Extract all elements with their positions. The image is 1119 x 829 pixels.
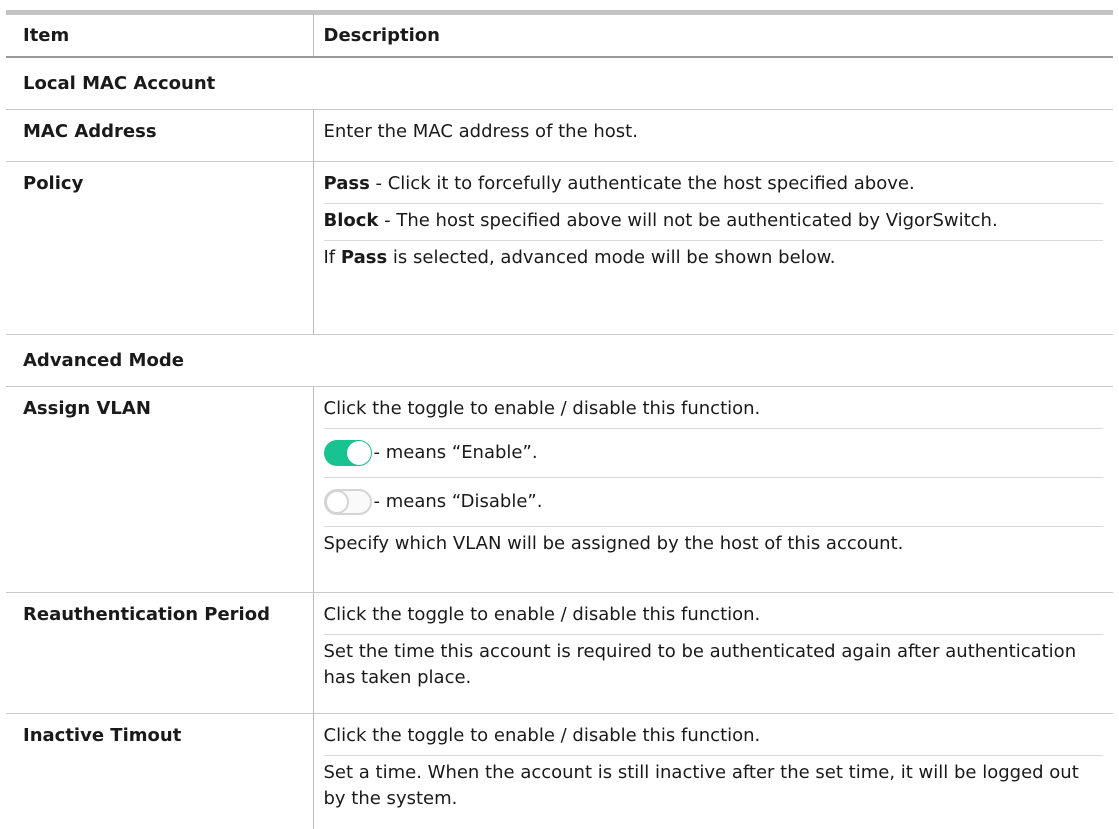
item-mac-address: MAC Address bbox=[6, 109, 313, 162]
desc-text: Click the toggle to enable / disable thi… bbox=[323, 603, 761, 625]
toggle-knob bbox=[324, 489, 349, 514]
table-row-inactive-timeout: Inactive Timout Click the toggle to enab… bbox=[6, 713, 1113, 829]
header-description: Description bbox=[312, 12, 1113, 57]
desc-text: Set the time this account is required to… bbox=[323, 633, 1103, 700]
if-pass-label: Pass bbox=[340, 246, 388, 268]
desc-mac-address: Enter the MAC address of the host. bbox=[312, 109, 1113, 162]
desc-policy: Pass - Click it to forcefully authentica… bbox=[312, 161, 1113, 335]
desc-text: Click the toggle to enable / disable thi… bbox=[323, 397, 761, 419]
enable-text: - means “Enable”. bbox=[373, 441, 538, 463]
section-title-advanced: Advanced Mode bbox=[6, 334, 1113, 387]
desc-text: Enter the MAC address of the host. bbox=[323, 120, 638, 142]
desc-assign-vlan: Click the toggle to enable / disable thi… bbox=[312, 386, 1113, 593]
table-row-policy: Policy Pass - Click it to forcefully aut… bbox=[6, 161, 1113, 335]
toggle-knob bbox=[346, 440, 371, 465]
disable-text: - means “Disable”. bbox=[373, 490, 543, 512]
table-header-row: Item Description bbox=[6, 12, 1113, 57]
table-row-mac-address: MAC Address Enter the MAC address of the… bbox=[6, 109, 1113, 162]
item-inactive-timeout: Inactive Timout bbox=[23, 724, 182, 746]
desc-if-paragraph: If Pass is selected, advanced mode will … bbox=[323, 239, 1103, 280]
pass-text: - Click it to forcefully authenticate th… bbox=[369, 172, 915, 194]
header-item: Item bbox=[23, 25, 70, 46]
desc-text: Click the toggle to enable / disable thi… bbox=[323, 724, 761, 746]
if-text: If bbox=[323, 246, 341, 268]
table-row-reauthentication-period: Reauthentication Period Click the toggle… bbox=[6, 592, 1113, 714]
toggle-off-icon bbox=[323, 488, 372, 515]
desc-reauthentication-period: Click the toggle to enable / disable thi… bbox=[312, 592, 1113, 714]
disable-legend: - means “Disable”. bbox=[323, 476, 1103, 526]
item-reauthentication-period: Reauthentication Period bbox=[6, 592, 313, 714]
table-row-assign-vlan: Assign VLAN Click the toggle to enable /… bbox=[6, 386, 1113, 593]
section-title-local-mac: Local MAC Account bbox=[6, 57, 1113, 110]
desc-pass-paragraph: Pass - Click it to forcefully authentica… bbox=[324, 171, 1104, 203]
item-assign-vlan: Assign VLAN bbox=[6, 386, 313, 593]
desc-text: Set a time. When the account is still in… bbox=[323, 754, 1103, 821]
desc-block-paragraph: Block - The host specified above will no… bbox=[323, 202, 1103, 240]
block-text: - The host specified above will not be a… bbox=[378, 209, 998, 231]
desc-inactive-timeout: Click the toggle to enable / disable thi… bbox=[312, 713, 1113, 829]
if-rest-text: is selected, advanced mode will be shown… bbox=[387, 246, 836, 268]
item-policy: Policy bbox=[6, 161, 313, 335]
pass-label: Pass bbox=[323, 172, 370, 194]
enable-legend: - means “Enable”. bbox=[323, 427, 1103, 477]
section-row-local-mac: Local MAC Account bbox=[6, 57, 1113, 110]
section-row-advanced: Advanced Mode bbox=[6, 334, 1113, 387]
item-description-table: Item Description Local MAC Account MAC A… bbox=[6, 10, 1113, 829]
block-label: Block bbox=[323, 209, 379, 231]
desc-text: Specify which VLAN will be assigned by t… bbox=[323, 525, 1103, 566]
toggle-on-icon bbox=[323, 439, 372, 466]
